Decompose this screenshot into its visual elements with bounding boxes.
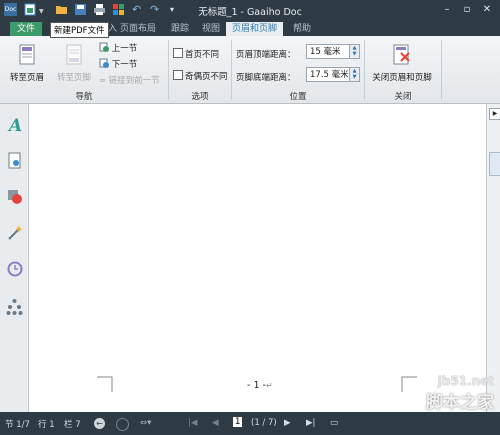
link-icon: ∞ bbox=[99, 76, 107, 86]
watermark: jb51.net 脚本之家 bbox=[426, 374, 494, 413]
ribbon: 转至页眉 转至页脚 上一节 下一节 ∞ 链接到前一节 导航 首页不同 奇偶页不同… bbox=[0, 36, 500, 104]
goto-footer-label: 转至页脚 bbox=[56, 73, 91, 83]
tooltip: 新建PDF文件 bbox=[50, 22, 109, 38]
margin-corner-mark bbox=[401, 376, 417, 392]
current-page-input[interactable]: 1 bbox=[233, 417, 243, 427]
tab-tracking[interactable]: 跟踪 bbox=[165, 22, 195, 36]
line-indicator: 行 1 bbox=[38, 420, 55, 430]
diff-odd-even-checkbox[interactable]: 奇偶页不同 bbox=[173, 70, 228, 82]
goto-header-label: 转至页眉 bbox=[9, 73, 44, 83]
page-view-icon[interactable]: ▭ bbox=[330, 418, 338, 428]
link-previous-label: 链接到前一节 bbox=[108, 76, 160, 86]
prev-section-label: 上一节 bbox=[111, 44, 138, 54]
maximize-icon[interactable]: ▫ bbox=[460, 3, 474, 16]
history-icon[interactable] bbox=[6, 260, 23, 277]
group-label-navigation: 导航 bbox=[75, 92, 93, 102]
close-header-footer-button[interactable]: 关闭页眉和页脚 bbox=[368, 44, 436, 83]
prev-page-icon[interactable]: ◀ bbox=[212, 418, 219, 428]
tab-help[interactable]: 帮助 bbox=[287, 22, 317, 36]
tab-view[interactable]: 视图 bbox=[196, 22, 226, 36]
link-previous-button[interactable]: ∞ 链接到前一节 bbox=[99, 74, 160, 86]
status-bar: 节 1/7 行 1 栏 7 ← ⇔▾ |◀ ◀ 1 (1 / 7) ▶ ▶| ▭ bbox=[0, 412, 500, 435]
title-bar: Doc ▼ ↶ ↷ ▾ 无标题_1 - Gaaiho Doc – ▫ ✕ bbox=[0, 0, 500, 20]
document-page[interactable]: - 1 -↵ bbox=[29, 104, 486, 412]
checkbox-box bbox=[173, 48, 183, 58]
page-total: (1 / 7) bbox=[251, 418, 277, 428]
spinner-arrows[interactable]: ▲ ▼ bbox=[349, 68, 359, 81]
group-label-options: 选项 bbox=[191, 92, 209, 102]
checkbox-box bbox=[173, 70, 183, 80]
tab-page-layout[interactable]: 页面布局 bbox=[114, 22, 162, 36]
paragraph-mark: ↵ bbox=[265, 381, 273, 390]
page-number-text: - 1 - bbox=[247, 380, 266, 391]
footer-distance-value: 17.5 毫米 bbox=[310, 70, 349, 80]
next-section-label: 下一节 bbox=[111, 60, 138, 70]
hierarchy-icon[interactable] bbox=[6, 298, 23, 315]
header-distance-input[interactable]: 15 毫米 ▲ ▼ bbox=[306, 44, 360, 59]
column-indicator: 栏 7 bbox=[64, 420, 81, 430]
magic-wand-icon[interactable] bbox=[6, 224, 23, 241]
close-icon[interactable]: ✕ bbox=[480, 3, 494, 16]
back-icon[interactable]: ← bbox=[94, 418, 105, 429]
forward-icon[interactable] bbox=[116, 418, 129, 431]
section-indicator: 节 1/7 bbox=[5, 420, 30, 430]
group-label-close: 关闭 bbox=[394, 92, 412, 102]
page-icon[interactable] bbox=[6, 152, 23, 169]
goto-footer-button[interactable]: 转至页脚 bbox=[52, 44, 96, 83]
tab-file[interactable]: 文件 bbox=[10, 22, 42, 36]
diff-first-page-checkbox[interactable]: 首页不同 bbox=[173, 48, 219, 60]
vertical-scrollbar[interactable]: ▶ bbox=[486, 104, 500, 412]
footer-distance-input[interactable]: 17.5 毫米 ▲ ▼ bbox=[306, 67, 360, 82]
watermark-site: 脚本之家 bbox=[426, 393, 494, 413]
footer-page-number[interactable]: - 1 -↵ bbox=[247, 380, 273, 391]
window-title: 无标题_1 - Gaaiho Doc bbox=[198, 7, 302, 18]
first-page-icon[interactable]: |◀ bbox=[188, 418, 197, 428]
group-label-position: 位置 bbox=[289, 92, 307, 102]
divider bbox=[441, 40, 442, 100]
spinner-arrows[interactable]: ▲ ▼ bbox=[349, 45, 359, 58]
goto-header-button[interactable]: 转至页眉 bbox=[7, 44, 47, 83]
minimize-icon[interactable]: – bbox=[440, 3, 454, 16]
tab-header-footer[interactable]: 页眉和页脚 bbox=[226, 22, 284, 36]
next-section-button[interactable]: 下一节 bbox=[99, 58, 137, 70]
next-section-icon bbox=[99, 58, 109, 68]
prev-section-button[interactable]: 上一节 bbox=[99, 42, 137, 54]
header-page-icon bbox=[19, 44, 35, 65]
next-page-icon[interactable]: ▶ bbox=[284, 418, 291, 428]
panel-toggle-icon[interactable]: ▶ bbox=[489, 108, 500, 120]
diff-first-page-label: 首页不同 bbox=[185, 50, 220, 60]
last-page-icon[interactable]: ▶| bbox=[306, 418, 315, 428]
margin-corner-mark bbox=[97, 376, 113, 392]
scrollbar-thumb[interactable] bbox=[489, 152, 500, 176]
footer-page-icon bbox=[66, 44, 82, 65]
spin-down-icon: ▼ bbox=[352, 74, 357, 80]
svg-text:A: A bbox=[7, 116, 22, 133]
shapes-icon[interactable] bbox=[6, 188, 23, 205]
footer-distance-label: 页脚底端距离： bbox=[236, 73, 296, 83]
fit-page-icon[interactable]: ⇔▾ bbox=[140, 418, 151, 428]
prev-section-icon bbox=[99, 42, 109, 52]
close-header-footer-icon bbox=[393, 44, 410, 65]
header-distance-label: 页眉顶端距离： bbox=[236, 50, 296, 60]
spin-down-icon: ▼ bbox=[352, 51, 357, 57]
text-style-icon[interactable]: A bbox=[6, 116, 23, 136]
close-header-footer-label: 关闭页眉和页脚 bbox=[372, 73, 432, 83]
diff-odd-even-label: 奇偶页不同 bbox=[185, 72, 228, 82]
left-sidebar: A bbox=[0, 104, 29, 412]
header-distance-value: 15 毫米 bbox=[310, 47, 341, 57]
watermark-url: jb51.net bbox=[437, 374, 494, 388]
